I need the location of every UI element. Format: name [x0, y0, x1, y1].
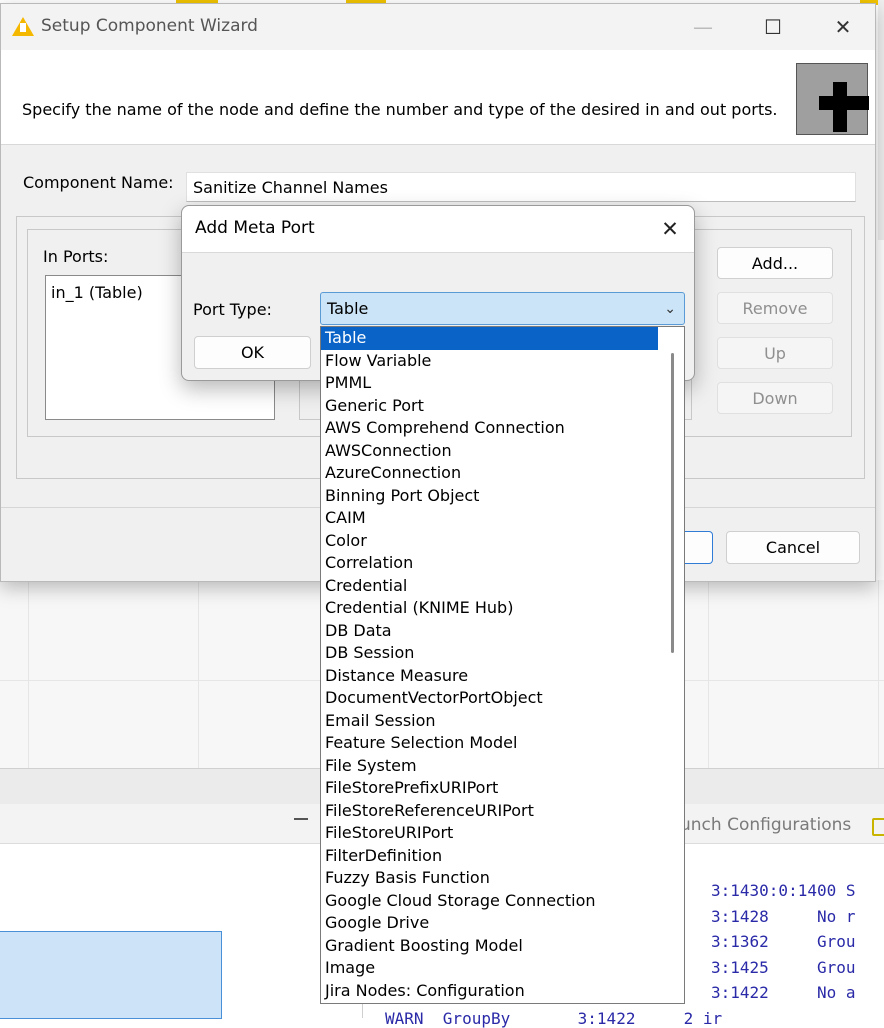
- move-down-button[interactable]: Down: [717, 382, 833, 414]
- canvas-grid-line: [878, 580, 879, 768]
- close-button[interactable]: ✕: [808, 4, 878, 50]
- add-port-button[interactable]: Add...: [717, 247, 833, 279]
- scrollbar-thumb[interactable]: [671, 353, 674, 653]
- dropdown-option[interactable]: Jira Nodes: Configuration: [321, 980, 658, 1003]
- dropdown-option[interactable]: FilterDefinition: [321, 845, 658, 868]
- console-line: 3:1362 Grou: [711, 932, 856, 951]
- plus-icon-horizontal: [819, 96, 869, 110]
- knime-warning-icon-mark: [20, 23, 26, 32]
- dropdown-option[interactable]: Table: [321, 327, 658, 350]
- port-type-dropdown[interactable]: Table Flow Variable PMML Generic Port AWS Co…: [320, 326, 685, 1004]
- add-component-icon: [796, 63, 869, 135]
- remove-port-button[interactable]: Remove: [717, 292, 833, 324]
- dropdown-option[interactable]: Color: [321, 530, 658, 553]
- console-line: 3:1428 No r: [711, 907, 856, 926]
- dropdown-option[interactable]: Flow Variable: [321, 350, 658, 373]
- dropdown-option[interactable]: CAIM: [321, 507, 658, 530]
- dropdown-option[interactable]: Google Cloud Storage Connection: [321, 890, 658, 913]
- close-icon[interactable]: ✕: [654, 214, 686, 244]
- dropdown-option[interactable]: DB Data: [321, 620, 658, 643]
- move-up-button[interactable]: Up: [717, 337, 833, 369]
- canvas-grid-line: [28, 580, 29, 768]
- canvas-grid-line: [198, 580, 199, 768]
- wizard-title: Setup Component Wizard: [41, 16, 258, 36]
- dropdown-option[interactable]: FileStoreURIPort: [321, 822, 658, 845]
- wizard-description: Specify the name of the node and define …: [22, 100, 778, 119]
- console-line: 3:1425 Grou: [711, 958, 856, 977]
- component-name-input[interactable]: Sanitize Channel Names: [186, 172, 856, 202]
- dropdown-option[interactable]: FileStorePrefixURIPort: [321, 777, 658, 800]
- maximize-button[interactable]: ☐: [738, 4, 808, 50]
- tab-launch-configurations[interactable]: unch Configurations: [680, 815, 851, 835]
- dropdown-option[interactable]: Credential: [321, 575, 658, 598]
- dropdown-option[interactable]: DocumentVectorPortObject: [321, 687, 658, 710]
- port-type-label: Port Type:: [193, 300, 272, 319]
- port-type-select[interactable]: Table ⌄: [320, 292, 685, 325]
- title-separator: [182, 252, 694, 253]
- component-name-label: Component Name:: [23, 173, 174, 192]
- dropdown-option[interactable]: AWS Comprehend Connection: [321, 417, 658, 440]
- finish-button[interactable]: [683, 531, 713, 564]
- dropdown-option[interactable]: Distance Measure: [321, 665, 658, 688]
- ok-button[interactable]: OK: [194, 336, 311, 369]
- dropdown-option[interactable]: Feature Selection Model: [321, 732, 658, 755]
- dropdown-option[interactable]: Google Drive: [321, 912, 658, 935]
- minimize-button[interactable]: —: [668, 4, 738, 50]
- dropdown-option[interactable]: Correlation: [321, 552, 658, 575]
- console-line: 3:1422 No a: [711, 983, 856, 1002]
- cancel-button[interactable]: Cancel: [726, 531, 860, 564]
- chevron-down-icon[interactable]: ⌄: [664, 301, 676, 317]
- dropdown-option[interactable]: FileStoreReferenceURIPort: [321, 800, 658, 823]
- in-ports-label: In Ports:: [43, 247, 109, 266]
- console-line: 3:1430:0:1400 S: [711, 881, 856, 900]
- dropdown-option[interactable]: Binning Port Object: [321, 485, 658, 508]
- dropdown-scrollbar[interactable]: [662, 327, 684, 1003]
- background-side-panel: [878, 0, 884, 240]
- meta-port-title: Add Meta Port: [195, 218, 315, 238]
- minimize-view-icon[interactable]: [294, 818, 308, 820]
- wizard-header: Specify the name of the node and define …: [1, 50, 875, 145]
- dropdown-option[interactable]: AzureConnection: [321, 462, 658, 485]
- dropdown-option[interactable]: Gradient Boosting Model: [321, 935, 658, 958]
- dropdown-option[interactable]: Email Session: [321, 710, 658, 733]
- outline-selection[interactable]: [0, 931, 222, 1019]
- dropdown-option[interactable]: Credential (KNIME Hub): [321, 597, 658, 620]
- dropdown-option[interactable]: File System: [321, 755, 658, 778]
- canvas-grid-line: [708, 580, 709, 768]
- dropdown-option[interactable]: Fuzzy Basis Function: [321, 867, 658, 890]
- java-view-icon[interactable]: [872, 818, 884, 836]
- dropdown-option[interactable]: Generic Port: [321, 395, 658, 418]
- dropdown-option[interactable]: PMML: [321, 372, 658, 395]
- dropdown-option[interactable]: Image: [321, 957, 658, 980]
- dropdown-option[interactable]: DB Session: [321, 642, 658, 665]
- dropdown-option[interactable]: AWSConnection: [321, 440, 658, 463]
- port-type-selected-value: Table: [327, 299, 369, 318]
- console-line: WARN GroupBy 3:1422 2 ir: [385, 1009, 723, 1028]
